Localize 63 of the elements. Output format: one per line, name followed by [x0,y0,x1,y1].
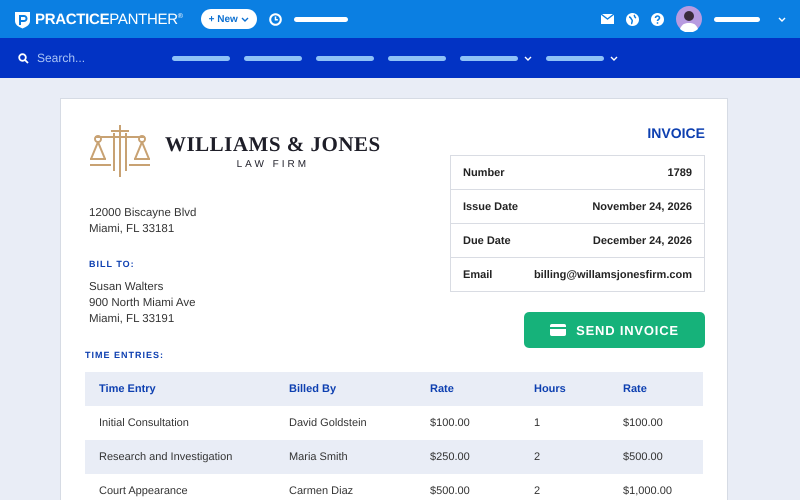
table-cell: $100.00 [416,406,520,440]
chevron-down-icon [524,56,532,60]
time-entries-label: TIME ENTRIES: [85,350,166,360]
table-cell: $100.00 [609,406,703,440]
table-cell: $500.00 [609,440,703,474]
mail-icon[interactable] [601,14,614,24]
table-cell: 2 [520,474,609,500]
nav-menu-item[interactable] [460,56,532,60]
bill-to-line: Miami, FL 33191 [89,312,176,327]
column-header: Rate [609,372,703,406]
table-cell: Court Appearance [85,474,275,500]
table-cell: Carmen Diaz [275,474,416,500]
chevron-down-icon [610,56,618,60]
detail-value: November 24, 2026 [592,200,692,212]
table-cell: David Goldstein [275,406,416,440]
detail-value: 1789 [668,166,692,178]
detail-value: December 24, 2026 [592,234,692,246]
table-cell: 2 [520,440,609,474]
avatar[interactable] [676,6,702,32]
table-cell: Initial Consultation [85,406,275,440]
column-header: Time Entry [85,372,275,406]
nav-menu-item[interactable] [388,56,446,60]
detail-label: Due Date [463,234,511,246]
nav-menu-item[interactable] [172,56,230,60]
address-line: Miami, FL 33181 [89,222,176,237]
table-cell: $500.00 [416,474,520,500]
bill-to-label: BILL TO: [89,259,136,269]
username-placeholder-bar [714,16,760,22]
detail-label: Number [463,166,505,178]
chevron-down-icon [240,16,249,22]
bill-to-line: Susan Walters [89,280,164,295]
detail-label: Email [463,268,492,280]
search-field[interactable]: Search... [37,51,137,65]
chevron-down-icon [778,16,786,22]
table-cell: $250.00 [416,440,520,474]
invoice-title: INVOICE [647,125,705,141]
detail-value: billing@willamsjonesfirm.com [534,268,692,280]
nav-menu-item[interactable] [244,56,302,60]
card-icon [550,324,566,336]
globe-icon[interactable] [626,12,639,26]
bill-to-line: 900 North Miami Ave [89,296,197,311]
column-header: Hours [520,372,609,406]
column-header: Rate [416,372,520,406]
nav-menu-item[interactable] [546,56,618,60]
table-cell: 1 [520,406,609,440]
table-cell: Maria Smith [275,440,416,474]
new-button[interactable]: + New [200,9,257,29]
help-icon[interactable] [651,12,664,26]
detail-label: Issue Date [463,200,518,212]
table-cell: Research and Investigation [85,440,275,474]
table-cell: $1,000.00 [609,474,703,500]
practicepanther-logo: PRACTICEPANTHER$^{®}$ [35,10,183,28]
firm-subtitle: LAW FIRM [236,159,310,170]
address-line: 12000 Biscayne Blvd [89,206,198,221]
shield-logo-icon [14,10,31,28]
clock-icon[interactable] [268,12,282,26]
timer-placeholder-bar [294,16,348,22]
firm-name: WILLIAMS & JONES [165,132,381,157]
nav-menu-item[interactable] [316,56,374,60]
column-header: Billed By [275,372,416,406]
send-invoice-button[interactable]: SEND INVOICE [524,312,705,348]
scales-logo-icon [89,123,151,179]
search-icon [18,52,29,64]
